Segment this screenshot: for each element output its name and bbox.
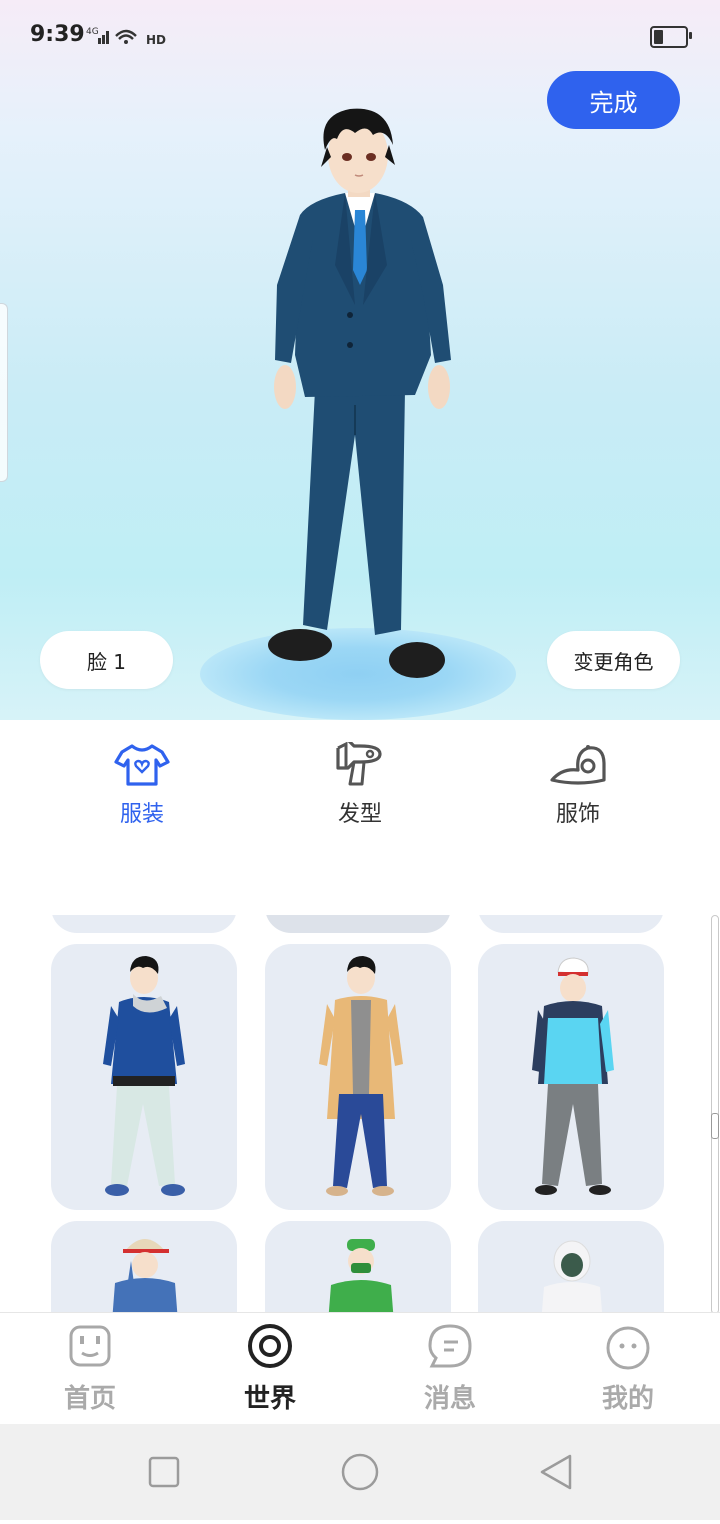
hairdryer-icon (336, 738, 382, 786)
tab-accessories[interactable]: 服饰 (518, 742, 638, 828)
svg-text:HD: HD (146, 33, 166, 47)
status-bar: 9:39 4G HD (0, 0, 720, 74)
tab-clothing[interactable]: 服装 (82, 742, 202, 828)
outfit-card[interactable] (265, 915, 451, 933)
back-icon[interactable] (540, 1454, 572, 1490)
svg-text:4G: 4G (86, 27, 99, 37)
nav-profile[interactable]: 我的 (568, 1322, 688, 1415)
nav-world-label: 世界 (243, 1384, 296, 1414)
status-time: 9:39 (30, 22, 85, 47)
outfit-grid (0, 915, 720, 1312)
change-character-button[interactable]: 变更角色 (547, 631, 680, 689)
system-nav-buttons (148, 1453, 572, 1491)
tan-coat-outfit (319, 956, 403, 1196)
bucket-hat-outfit (112, 1239, 178, 1312)
nav-messages[interactable]: 消息 (390, 1322, 510, 1415)
nav-profile-label: 我的 (601, 1384, 654, 1414)
white-hoodie-outfit (541, 1240, 603, 1312)
tab-clothing-label: 服装 (119, 802, 164, 827)
avatar-character[interactable] (255, 105, 465, 690)
outfit-card-tan-coat[interactable] (265, 944, 451, 1210)
blue-jacket-outfit (103, 956, 185, 1196)
home-icon (69, 1325, 111, 1367)
outfit-card-white-hoodie[interactable] (478, 1221, 664, 1312)
recent-apps-icon[interactable] (148, 1456, 180, 1488)
outfit-card-bucket-hat[interactable] (51, 1221, 237, 1312)
tshirt-icon (114, 744, 170, 786)
nav-messages-label: 消息 (423, 1384, 476, 1414)
done-button[interactable]: 完成 (547, 71, 680, 129)
outfit-card[interactable] (478, 915, 664, 933)
cap-icon (550, 745, 606, 785)
tab-accessories-label: 服饰 (555, 802, 600, 827)
signal-icon: 4G HD (86, 27, 166, 47)
profile-icon (606, 1326, 650, 1370)
battery-tip (689, 32, 692, 39)
message-icon (428, 1324, 472, 1368)
outfit-card-blue-jacket[interactable] (51, 944, 237, 1210)
outfit-card-cyan-vest[interactable] (478, 944, 664, 1210)
battery-icon (650, 26, 688, 48)
tab-hairstyle-label: 发型 (337, 802, 382, 827)
world-icon (248, 1324, 292, 1368)
nav-home[interactable]: 首页 (30, 1322, 150, 1415)
avatar-stage: 9:39 4G HD 完成 脸 1 变更角色 (0, 0, 720, 720)
scrollbar-thumb[interactable] (711, 1113, 719, 1139)
home-button-icon[interactable] (341, 1453, 379, 1491)
tab-hairstyle[interactable]: 发型 (300, 738, 420, 828)
outfit-card-green-scrubs[interactable] (265, 1221, 451, 1312)
green-scrubs-outfit (328, 1239, 394, 1312)
face-selector-button[interactable]: 脸 1 (40, 631, 173, 689)
side-drawer-handle[interactable] (0, 303, 8, 482)
nav-home-label: 首页 (63, 1384, 116, 1414)
system-navigation-bar (0, 1424, 720, 1520)
nav-world[interactable]: 世界 (210, 1322, 330, 1415)
cyan-vest-outfit (532, 957, 614, 1195)
outfit-card[interactable] (51, 915, 237, 933)
network-indicator: 4G HD (86, 26, 166, 51)
